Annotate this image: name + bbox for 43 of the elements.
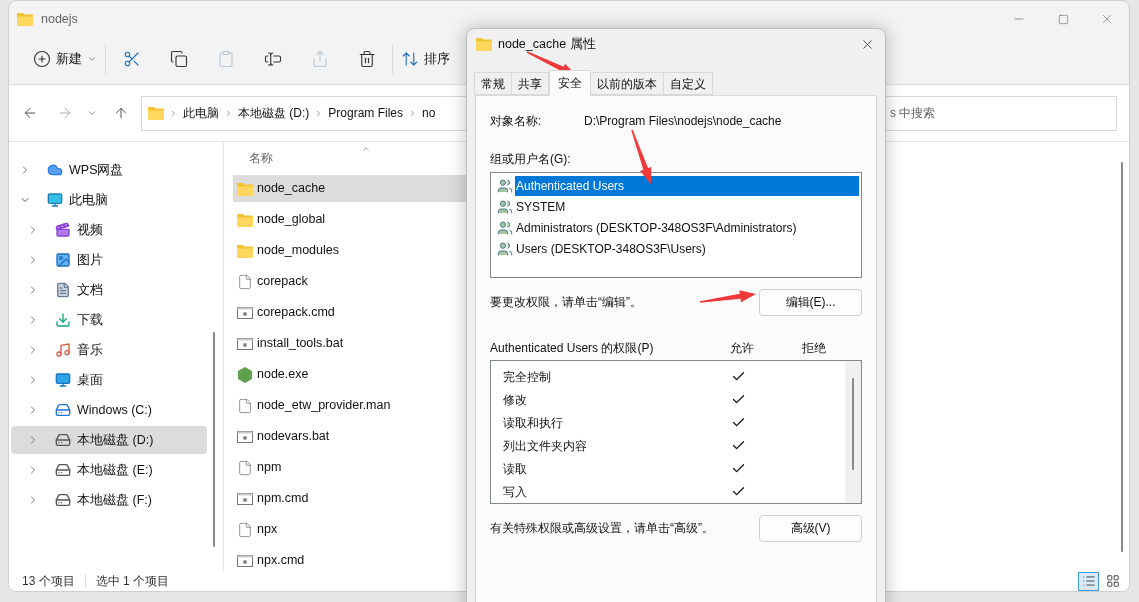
nav-label: Windows (C:) bbox=[77, 401, 152, 419]
permission-name: 写入 bbox=[503, 483, 528, 501]
permission-name: 读取和执行 bbox=[503, 414, 564, 432]
file-name: corepack.cmd bbox=[257, 304, 335, 322]
nav-label: 视频 bbox=[77, 221, 103, 239]
file-name: npm.cmd bbox=[257, 490, 309, 508]
file-name: install_tools.bat bbox=[257, 335, 344, 353]
nav-label: 本地磁盘 (E:) bbox=[77, 461, 153, 479]
nav-label: 文档 bbox=[77, 281, 103, 299]
nav-label: 本地磁盘 (F:) bbox=[77, 491, 152, 509]
permission-name: 完全控制 bbox=[503, 368, 552, 386]
nav-label: 此电脑 bbox=[69, 191, 108, 209]
file-name: node_etw_provider.man bbox=[257, 397, 391, 415]
selection-count: 选中 1 个项目 bbox=[95, 573, 170, 590]
file-name: corepack bbox=[257, 273, 308, 291]
permission-name: 列出文件夹内容 bbox=[503, 437, 588, 455]
file-name: npm bbox=[257, 459, 282, 477]
permissions-title: Authenticated Users 的权限(P) bbox=[490, 340, 654, 357]
item-count: 13 个项目 bbox=[22, 573, 75, 590]
nav-label: 音乐 bbox=[77, 341, 103, 359]
object-name-value: D:\Program Files\nodejs\node_cache bbox=[584, 113, 782, 130]
file-name: node_cache bbox=[257, 180, 326, 198]
nav-label: WPS网盘 bbox=[69, 161, 124, 179]
nav-label: 桌面 bbox=[77, 371, 103, 389]
nav-label: 下载 bbox=[77, 311, 103, 329]
file-name: node_global bbox=[257, 211, 326, 229]
file-name: nodevars.bat bbox=[257, 428, 330, 446]
window-title: nodejs bbox=[41, 10, 78, 28]
file-name: npx bbox=[257, 521, 278, 539]
permission-name: 修改 bbox=[503, 391, 528, 409]
file-name: node_modules bbox=[257, 242, 339, 260]
nav-label: 本地磁盘 (D:) bbox=[77, 431, 154, 449]
deny-header: 拒绝 bbox=[802, 340, 826, 357]
object-name-label: 对象名称: bbox=[490, 113, 543, 130]
file-name: npx.cmd bbox=[257, 552, 305, 570]
allow-header: 允许 bbox=[730, 340, 754, 357]
group-label: 组或用户名(G): bbox=[490, 151, 572, 168]
dialog-title: node_cache 属性 bbox=[498, 35, 596, 53]
file-name: node.exe bbox=[257, 366, 309, 384]
permission-name: 读取 bbox=[503, 460, 528, 478]
nav-label: 图片 bbox=[77, 251, 103, 269]
advanced-hint: 有关特殊权限或高级设置，请单击“高级”。 bbox=[490, 520, 714, 537]
edit-hint: 要更改权限，请单击“编辑”。 bbox=[490, 294, 642, 311]
